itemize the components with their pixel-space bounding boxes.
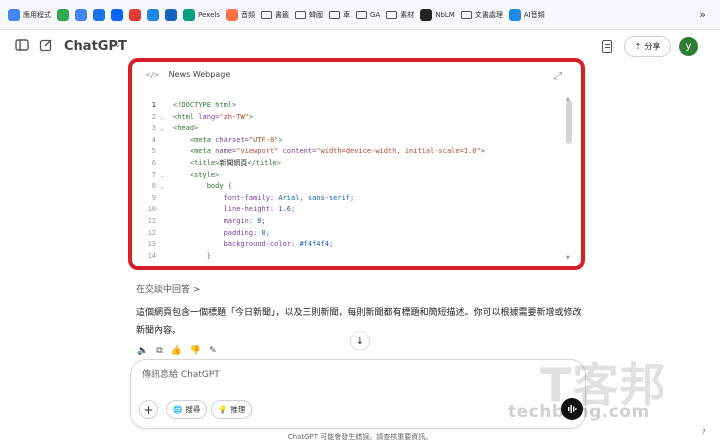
bookmark-label: 素材 [400, 10, 415, 19]
bookmarks-bar: 應用程式 Pexels 音頻 書籤 韓國 車 GA 素材 NbLM 文書處理 AI音頻 [0, 0, 720, 30]
thumbs-up-icon[interactable]: 👍 [171, 346, 182, 356]
bookmark-item[interactable]: 書籤 [260, 10, 289, 20]
document-icon[interactable] [602, 40, 612, 53]
expand-icon[interactable]: ⤢ [554, 71, 562, 82]
scrollbar-thumb[interactable] [566, 100, 572, 144]
sidebar-toggle-icon[interactable] [14, 38, 30, 54]
folder-icon [460, 10, 472, 19]
bookmark-label: 車 [342, 10, 350, 19]
bookmark-label: 應用程式 [23, 10, 51, 19]
bookmark-item[interactable]: GA [355, 10, 381, 19]
bookmark-item[interactable]: 素材 [386, 10, 414, 20]
voice-mode-button[interactable] [561, 398, 583, 420]
answer-in-chat-link[interactable]: 在交談中回答 > [136, 282, 200, 295]
bookmark-label: 文書處理 [474, 10, 503, 19]
bookmark-label: 韓國 [308, 10, 323, 19]
message-input[interactable]: 傳訊息給 ChatGPT [142, 367, 220, 380]
s-circle-icon [147, 8, 159, 21]
bookmark-item[interactable]: 韓國 [294, 10, 323, 20]
bookmark-label: 書籤 [274, 10, 289, 19]
bookmark-item[interactable] [165, 8, 177, 21]
attach-button[interactable]: + [139, 400, 158, 419]
search-button[interactable]: 🌐 搜尋 [166, 400, 208, 419]
help-button[interactable]: ? [702, 428, 706, 436]
nblm-icon [420, 8, 433, 21]
pexels-icon [183, 8, 195, 21]
ai-audio-icon [508, 8, 521, 21]
folder-icon [355, 10, 367, 19]
bookmark-label: NbLM [435, 10, 455, 19]
bookmark-label: AI音頻 [523, 10, 545, 19]
image-icon [165, 8, 177, 21]
message-actions: 🔈 ⧉ 👍 👎 ✎ [137, 346, 217, 356]
folder-icon [294, 10, 306, 19]
disclaimer: ChatGPT 可能會發生錯誤。請查核重要資訊。 [287, 433, 433, 441]
speaker-icon[interactable]: 🔈 [137, 346, 148, 356]
bookmark-item[interactable] [111, 8, 123, 21]
chevron-down-icon: ⌄ [114, 40, 122, 50]
bookmark-label: Pexels [198, 10, 220, 19]
folder-icon [328, 10, 340, 19]
bookmark-item[interactable] [57, 8, 69, 21]
bookmark-label: GA [369, 10, 381, 19]
audio-icon [225, 8, 238, 21]
lightbulb-icon: 💡 [218, 405, 228, 414]
new-chat-icon[interactable] [38, 38, 54, 54]
bookmark-item[interactable]: 應用程式 [8, 8, 51, 21]
copy-icon[interactable]: ⧉ [156, 346, 162, 356]
c-logo-icon [93, 8, 105, 21]
bookmark-item[interactable]: AI音頻 [508, 8, 545, 21]
search-label: 搜尋 [185, 405, 201, 414]
trend-icon [129, 8, 141, 21]
highlight-frame [128, 58, 585, 270]
reason-label: 推理 [230, 405, 246, 414]
puzzle-icon [57, 8, 69, 21]
meta-icon [111, 8, 123, 21]
bookmarks-more-button[interactable]: » [699, 8, 706, 21]
folder-icon [386, 10, 398, 19]
share-label: 分享 [644, 42, 661, 51]
docs-icon [75, 8, 87, 21]
edit-icon[interactable]: ✎ [209, 346, 217, 356]
scroll-down-arrow[interactable]: ▼ [566, 255, 570, 261]
bookmark-item[interactable]: 音頻 [225, 8, 255, 21]
bookmark-item[interactable]: Pexels [183, 8, 220, 21]
upload-icon: ⇡ [634, 42, 642, 51]
folder-icon [260, 10, 272, 19]
bookmark-item[interactable] [129, 8, 141, 21]
globe-icon: 🌐 [173, 405, 183, 414]
bookmark-item[interactable] [75, 8, 87, 21]
share-button[interactable]: ⇡ 分享 [624, 36, 671, 57]
scroll-down-button[interactable]: ↓ [350, 331, 370, 351]
bookmark-item[interactable]: 文書處理 [460, 10, 503, 20]
reason-button[interactable]: 💡 推理 [211, 400, 253, 419]
bookmark-label: 音頻 [240, 10, 255, 19]
bookmark-item[interactable]: 車 [328, 10, 350, 20]
bookmark-item[interactable] [147, 8, 159, 21]
apps-grid-icon [8, 8, 20, 21]
avatar[interactable]: y [679, 37, 698, 56]
thumbs-down-icon[interactable]: 👎 [190, 346, 201, 356]
bookmark-item[interactable]: NbLM [420, 8, 455, 21]
bookmark-item[interactable] [93, 8, 105, 21]
